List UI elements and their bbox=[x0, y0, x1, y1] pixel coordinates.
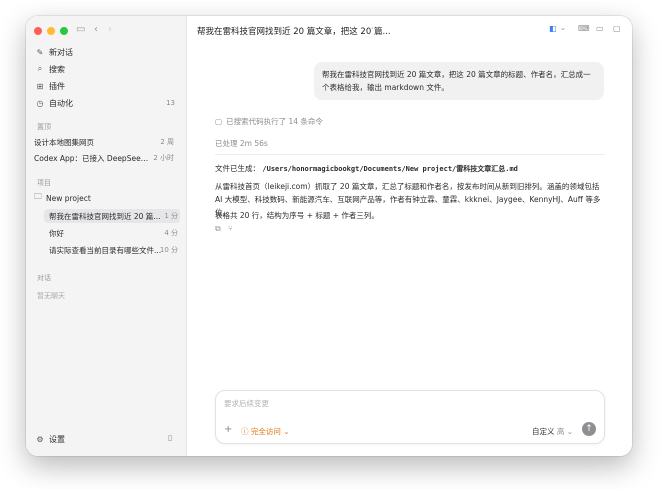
divider bbox=[215, 154, 605, 155]
toggle-sidebar-icon[interactable]: ▭ bbox=[76, 24, 85, 35]
no-chats-text: 暂无聊天 bbox=[37, 292, 65, 300]
project-folder[interactable]: 🗀 New project bbox=[34, 191, 176, 205]
nav-search[interactable]: ⌕ 搜索 bbox=[34, 62, 179, 76]
sidebar: ▭ ‹ › ✎ 新对话 ⌕ 搜索 ⊞ 插件 ◷ 自动化 13 置顶 设计本地图集… bbox=[26, 16, 187, 456]
table-note: 表格共 20 行，结构为序号 + 标题 + 作者三列。 bbox=[215, 211, 379, 220]
chevron-down-icon[interactable]: ⌄ bbox=[560, 24, 566, 32]
section-pinned-heading: 置顶 bbox=[37, 123, 51, 131]
zoom-button[interactable] bbox=[60, 27, 68, 35]
app-window: ▭ ‹ › ✎ 新对话 ⌕ 搜索 ⊞ 插件 ◷ 自动化 13 置顶 设计本地图集… bbox=[26, 16, 632, 456]
file-path[interactable]: /Users/honormagicbookgt/Documents/New pr… bbox=[262, 165, 518, 173]
nav-new-chat[interactable]: ✎ 新对话 bbox=[34, 45, 179, 59]
model-label: 自定义 bbox=[532, 427, 555, 436]
thread-time: 1 分 bbox=[164, 212, 178, 220]
project-thread[interactable]: 请实际查看当前目录有哪些文件... 10 分 bbox=[49, 243, 180, 257]
nav-plugins[interactable]: ⊞ 插件 bbox=[34, 79, 179, 93]
model-selector[interactable]: 自定义 高 ⌄ bbox=[532, 426, 573, 437]
more-menu-button[interactable]: ··· bbox=[371, 24, 379, 33]
user-message: 帮我在雷科技官网找到近 20 篇文章，把这 20 篇文章的标题、作者名，汇总成一… bbox=[314, 62, 604, 100]
editor-app-icon[interactable]: ◧ bbox=[549, 24, 557, 33]
gear-icon: ⚙ bbox=[36, 434, 44, 444]
section-chats-heading: 对话 bbox=[37, 274, 51, 282]
thread-title: 请实际查看当前目录有哪些文件... bbox=[49, 245, 162, 255]
thread-time: 10 分 bbox=[159, 246, 178, 254]
project-name: New project bbox=[46, 193, 91, 203]
plugin-icon: ⊞ bbox=[36, 81, 44, 91]
chevron-down-icon: ⌄ bbox=[283, 427, 290, 436]
thread-title: 帮我在雷科技官网找到近 20 篇... bbox=[49, 211, 161, 221]
pinned-item[interactable]: 设计本地图集网页 2 周 bbox=[34, 135, 176, 149]
search-icon: ⌕ bbox=[37, 64, 43, 73]
thread-title: 你好 bbox=[49, 228, 64, 238]
panel-icon[interactable]: ▢ bbox=[613, 24, 621, 33]
settings-button[interactable]: ⚙ 设置 bbox=[34, 432, 179, 446]
forward-icon[interactable]: › bbox=[108, 24, 112, 35]
project-thread[interactable]: 你好 4 分 bbox=[49, 226, 180, 240]
access-label: 完全访问 bbox=[250, 427, 281, 436]
add-attachment-icon[interactable]: + bbox=[224, 424, 232, 435]
project-thread-active[interactable]: 帮我在雷科技官网找到近 20 篇... 1 分 bbox=[44, 209, 180, 223]
new-chat-icon: ✎ bbox=[36, 47, 44, 57]
back-icon[interactable]: ‹ bbox=[94, 24, 98, 35]
split-view-icon[interactable]: ▭ bbox=[596, 24, 604, 33]
send-button[interactable]: ↑ bbox=[582, 422, 596, 436]
section-projects-heading: 项目 bbox=[37, 179, 51, 187]
nav-label: 新对话 bbox=[49, 47, 73, 57]
thread-title-header: 帮我在雷科技官网找到近 20 篇文章，把这 20 篇... bbox=[197, 27, 391, 37]
close-button[interactable] bbox=[34, 27, 42, 35]
processed-time: 已处理 2m 56s bbox=[215, 139, 268, 148]
main-pane: 帮我在雷科技官网找到近 20 篇文章，把这 20 篇... ··· ◧ ⌄ ⌨ … bbox=[187, 16, 632, 456]
automation-count-badge: 13 bbox=[166, 99, 175, 107]
pinned-item-time: 2 周 bbox=[160, 138, 174, 146]
warning-icon: ⓘ bbox=[241, 427, 249, 436]
fork-icon[interactable]: ⑂ bbox=[228, 224, 233, 233]
nav-automation[interactable]: ◷ 自动化 13 bbox=[34, 96, 179, 110]
commands-summary-text: 已搜索代码执行了 14 条命令 bbox=[226, 117, 323, 126]
minimize-button[interactable] bbox=[47, 27, 55, 35]
pinned-item[interactable]: Codex App：已接入 DeepSeek V... 2 小时 bbox=[34, 151, 176, 165]
nav-label: 插件 bbox=[49, 81, 65, 91]
composer-input[interactable]: 要求后续变更 bbox=[224, 398, 269, 409]
thread-time: 4 分 bbox=[164, 229, 178, 237]
pinned-item-time: 2 小时 bbox=[153, 154, 174, 162]
access-level-dropdown[interactable]: ⓘ 完全访问 ⌄ bbox=[241, 426, 290, 437]
file-generated-line: 文件已生成： /Users/honormagicbookgt/Documents… bbox=[215, 162, 605, 176]
nav-label: 搜索 bbox=[49, 64, 65, 74]
chevron-down-icon: ⌄ bbox=[566, 427, 574, 436]
composer[interactable]: 要求后续变更 + ⓘ 完全访问 ⌄ 自定义 高 ⌄ ↑ bbox=[215, 390, 605, 444]
folder-icon: 🗀 bbox=[34, 192, 42, 201]
window-controls bbox=[34, 27, 68, 35]
pinned-item-title: Codex App：已接入 DeepSeek V... bbox=[34, 153, 152, 163]
terminal-icon[interactable]: ⌨ bbox=[578, 24, 590, 33]
arrow-up-icon: ↑ bbox=[585, 424, 593, 434]
commands-summary[interactable]: ▢ 已搜索代码执行了 14 条命令 bbox=[215, 116, 323, 127]
settings-label: 设置 bbox=[49, 434, 65, 444]
automation-icon: ◷ bbox=[36, 98, 44, 108]
pinned-item-title: 设计本地图集网页 bbox=[34, 137, 94, 147]
effort-label: 高 bbox=[556, 427, 565, 436]
nav-label: 自动化 bbox=[49, 98, 73, 108]
code-icon: ▢ bbox=[215, 117, 223, 126]
file-prefix: 文件已生成： bbox=[215, 164, 260, 173]
copy-icon[interactable]: ⧉ bbox=[215, 224, 221, 234]
phone-icon[interactable]: ▯ bbox=[168, 433, 172, 442]
